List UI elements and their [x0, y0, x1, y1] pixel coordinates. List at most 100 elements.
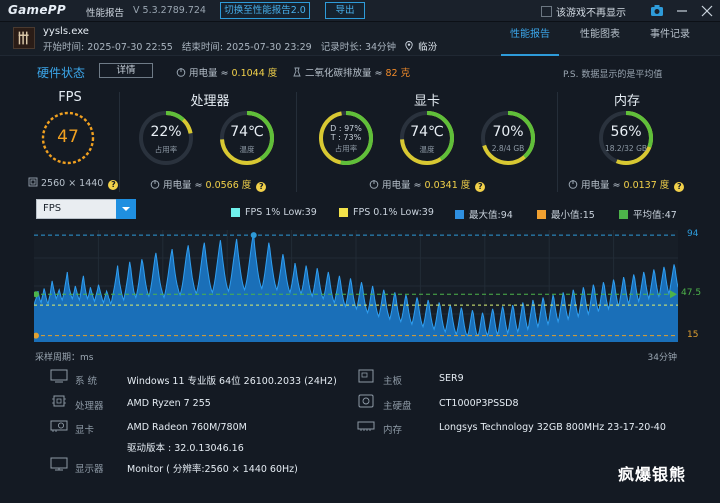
- co2-value: 82 克: [385, 68, 411, 79]
- detail-button[interactable]: 详情: [99, 63, 153, 78]
- chevron-down-icon[interactable]: [116, 199, 136, 219]
- sample-period-label: 采样周期：ms: [35, 353, 94, 363]
- cpu-power-label: 用电量 ≈: [163, 180, 203, 191]
- power-icon: [150, 180, 160, 189]
- memory-usage-value: 56%: [610, 124, 642, 140]
- gpu-temp-value: 74℃: [410, 124, 444, 140]
- memory-usage-label: 18.2/32 GB: [604, 144, 648, 153]
- resolution-text: 2560 × 1440: [41, 178, 104, 189]
- memory-icon: [357, 421, 375, 431]
- help-icon[interactable]: ?: [475, 182, 486, 192]
- gpu-power-value: 0.0341 度: [424, 180, 471, 191]
- legend-label: 平均值:47: [633, 210, 677, 221]
- help-icon[interactable]: ?: [256, 182, 267, 192]
- power-icon: [176, 68, 186, 77]
- chart-duration-label: 34分钟: [647, 353, 677, 363]
- tab-performance-report[interactable]: 性能报告: [495, 22, 565, 56]
- legend-item-min: 最小值:15: [537, 207, 595, 221]
- checkbox-box[interactable]: [541, 6, 552, 17]
- gpu-vram-value: 70%: [492, 124, 524, 140]
- no-show-checkbox[interactable]: 该游戏不再显示: [541, 4, 626, 19]
- memory-power: 用电量 ≈ 0.0137 度 ?: [568, 177, 685, 192]
- legend-swatch: [455, 209, 464, 219]
- camera-icon[interactable]: [650, 4, 664, 17]
- end-time: 结束时间: 2025-07-30 23:29: [181, 42, 312, 53]
- gpu-temp-label: 温度: [419, 145, 435, 154]
- title-bar: GamePP 性能报告 V 5.3.2789.724 切换至性能报告2.0 导出…: [0, 0, 720, 22]
- help-icon[interactable]: ?: [108, 180, 119, 190]
- memory-panel-title: 内存: [613, 94, 640, 109]
- info-value-motherboard: SER9: [439, 373, 464, 384]
- co2-emission: 二氧化碳排放量 ≈ 82 克: [292, 65, 410, 79]
- cpu-usage-label: 占用率: [154, 145, 178, 154]
- legend-swatch: [339, 208, 348, 217]
- power-icon: [568, 180, 578, 189]
- fps-panel-title: FPS: [58, 90, 82, 105]
- info-value-memory: Longsys Technology 32GB 800MHz 23-17-20-…: [439, 422, 666, 433]
- info-value-os: Windows 11 专业版 64位 26100.2033 (24H2): [127, 376, 337, 387]
- info-key-motherboard: 主板: [383, 376, 403, 387]
- average-note: P.S. 数据显示的是平均值: [563, 70, 663, 80]
- info-key-gpu: 显卡: [75, 425, 95, 436]
- gpu-vram-label: 2.8/4 GB: [491, 144, 525, 153]
- minimize-icon[interactable]: [675, 3, 689, 18]
- cpu-icon: [52, 395, 66, 407]
- version-label: V 5.3.2789.724: [133, 5, 206, 16]
- legend-item-1pct-low: FPS 1% Low:39: [231, 207, 317, 218]
- disk-icon: [358, 394, 374, 408]
- hardware-status-title: 硬件状态: [37, 66, 86, 80]
- no-show-label: 该游戏不再显示: [556, 8, 626, 19]
- process-name: yysls.exe: [43, 26, 89, 37]
- legend-item-max: 最大值:94: [455, 207, 513, 221]
- panel-divider: [296, 92, 297, 192]
- fps-value: 47: [57, 127, 79, 147]
- view-tabs: 性能报告 性能图表 事件记录: [495, 22, 705, 56]
- metric-select[interactable]: FPS: [36, 199, 136, 219]
- total-power-value: 0.1044 度: [231, 68, 278, 79]
- help-icon[interactable]: ?: [674, 182, 685, 192]
- watermark: 疯爆银熊: [618, 465, 687, 484]
- legend-label: 最小值:15: [551, 210, 595, 221]
- display-icon: [50, 457, 68, 471]
- info-value-driver: 驱动版本 : 32.0.13046.16: [127, 443, 244, 454]
- metric-select-value: FPS: [43, 203, 62, 214]
- info-value-cpu: AMD Ryzen 7 255: [127, 398, 211, 409]
- info-value-gpu: AMD Radeon 760M/780M: [127, 422, 247, 433]
- fps-gauge: 47: [38, 108, 98, 168]
- cpu-temp-gauge: 74℃ 温度: [217, 108, 277, 168]
- legend-swatch: [537, 209, 546, 219]
- co2-label: 二氧化碳排放量 ≈: [305, 68, 383, 79]
- cpu-power-value: 0.0566 度: [205, 180, 252, 191]
- memory-power-label: 用电量 ≈: [581, 180, 621, 191]
- panel-divider: [119, 92, 120, 192]
- max-marker: [250, 232, 257, 239]
- info-value-disk: CT1000P3PSSD8: [439, 398, 519, 409]
- gpu-temp-gauge: 74℃ 温度: [397, 108, 457, 168]
- export-button[interactable]: 导出: [325, 2, 365, 19]
- start-time: 开始时间: 2025-07-30 22:55: [43, 42, 173, 53]
- legend-swatch: [231, 208, 240, 217]
- info-key-cpu: 处理器: [75, 401, 104, 412]
- gpu-power-label: 用电量 ≈: [382, 180, 422, 191]
- switch-report-button[interactable]: 切换至性能报告2.0: [220, 2, 310, 19]
- close-icon[interactable]: [700, 3, 714, 18]
- info-key-disk: 主硬盘: [383, 401, 412, 412]
- total-power-label: 用电量 ≈: [189, 68, 229, 79]
- cpu-temp-value: 74℃: [230, 124, 264, 140]
- legend-label: FPS 1% Low:39: [245, 207, 317, 218]
- cpu-usage-value: 22%: [150, 124, 182, 140]
- screen-icon: [28, 177, 38, 187]
- fps-chart-svg: [33, 230, 679, 342]
- fps-resolution: 2560 × 1440 ?: [28, 177, 119, 190]
- tab-event-log[interactable]: 事件记录: [635, 22, 705, 56]
- gpu-panel-title: 显卡: [413, 94, 440, 109]
- co2-icon: [293, 67, 301, 77]
- location-pin-icon: [405, 41, 413, 52]
- legend-swatch: [619, 209, 628, 219]
- session-header: yysls.exe 开始时间: 2025-07-30 22:55 结束时间: 2…: [0, 22, 720, 56]
- gpu-t-usage: T : 73%: [330, 133, 362, 142]
- tab-performance-chart[interactable]: 性能图表: [565, 22, 635, 56]
- legend-label: FPS 0.1% Low:39: [353, 207, 434, 218]
- max-axis-label: 94: [687, 229, 699, 240]
- fps-chart[interactable]: [33, 230, 679, 342]
